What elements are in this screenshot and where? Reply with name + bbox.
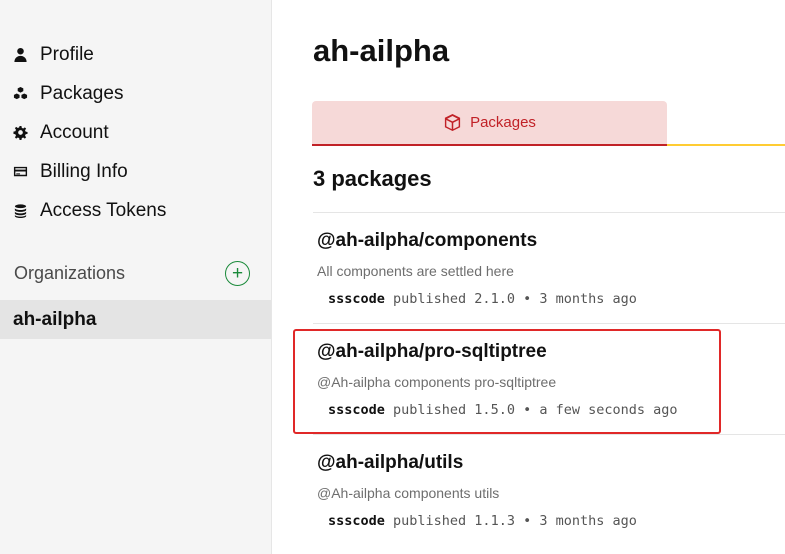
package-list: @ah-ailpha/components All components are… [313,212,785,545]
organizations-title: Organizations [14,263,126,283]
sidebar-org-ah-ailpha[interactable]: ah-ailpha [0,300,271,339]
tab-label: Packages [470,114,536,131]
sidebar-item-account[interactable]: Account [0,113,271,152]
package-description: @Ah-ailpha components utils [317,485,500,501]
package-count: 3 packages [313,166,432,191]
package-author-link[interactable]: ssscode [328,402,393,418]
coins-icon [12,203,28,219]
package-published-text: published 2.1.0 • 3 months ago [393,291,637,307]
page-title: ah-ailpha [313,33,450,68]
sidebar-item-access-tokens[interactable]: Access Tokens [0,191,271,230]
sidebar-item-label: Access Tokens [40,199,167,221]
sidebar-item-billing-info[interactable]: Billing Info [0,152,271,191]
package-meta: ssscode published 1.5.0 • a few seconds … [328,402,678,418]
sidebar-item-label: Profile [40,43,94,65]
organizations-header: Organizations + [14,261,250,286]
package-name-link[interactable]: @ah-ailpha/components [317,230,537,252]
package-name-link[interactable]: @ah-ailpha/pro-sqltiptree [317,341,547,363]
sidebar: Profile Packages Account Billing Info Ac… [0,0,272,554]
sidebar-nav: Profile Packages Account Billing Info Ac… [0,0,271,230]
package-icon [444,113,461,132]
tab-packages[interactable]: Packages [312,101,667,146]
user-icon [12,47,28,63]
package-published-text: published 1.1.3 • 3 months ago [393,513,637,529]
package-list-item: @ah-ailpha/utils @Ah-ailpha components u… [313,434,785,545]
package-author-link[interactable]: ssscode [328,291,393,307]
credit-card-icon [12,164,28,180]
add-organization-button[interactable]: + [225,261,250,286]
package-name-link[interactable]: @ah-ailpha/utils [317,452,463,474]
sidebar-item-label: Billing Info [40,160,128,182]
tab-bar-underline [667,144,785,146]
plus-icon: + [231,263,244,284]
package-meta: ssscode published 1.1.3 • 3 months ago [328,513,637,529]
package-list-item: @ah-ailpha/pro-sqltiptree @Ah-ailpha com… [313,323,785,434]
package-list-item: @ah-ailpha/components All components are… [313,212,785,323]
package-author-link[interactable]: ssscode [328,513,393,529]
sidebar-item-profile[interactable]: Profile [0,35,271,74]
sidebar-item-label: Packages [40,82,124,104]
package-meta: ssscode published 2.1.0 • 3 months ago [328,291,637,307]
tab-bar: Packages [312,101,785,146]
package-published-text: published 1.5.0 • a few seconds ago [393,402,678,418]
package-description: @Ah-ailpha components pro-sqltiptree [317,374,557,390]
cubes-icon [12,86,28,102]
gear-icon [12,125,28,141]
package-description: All components are settled here [317,263,514,279]
sidebar-item-packages[interactable]: Packages [0,74,271,113]
sidebar-item-label: Account [40,121,109,143]
